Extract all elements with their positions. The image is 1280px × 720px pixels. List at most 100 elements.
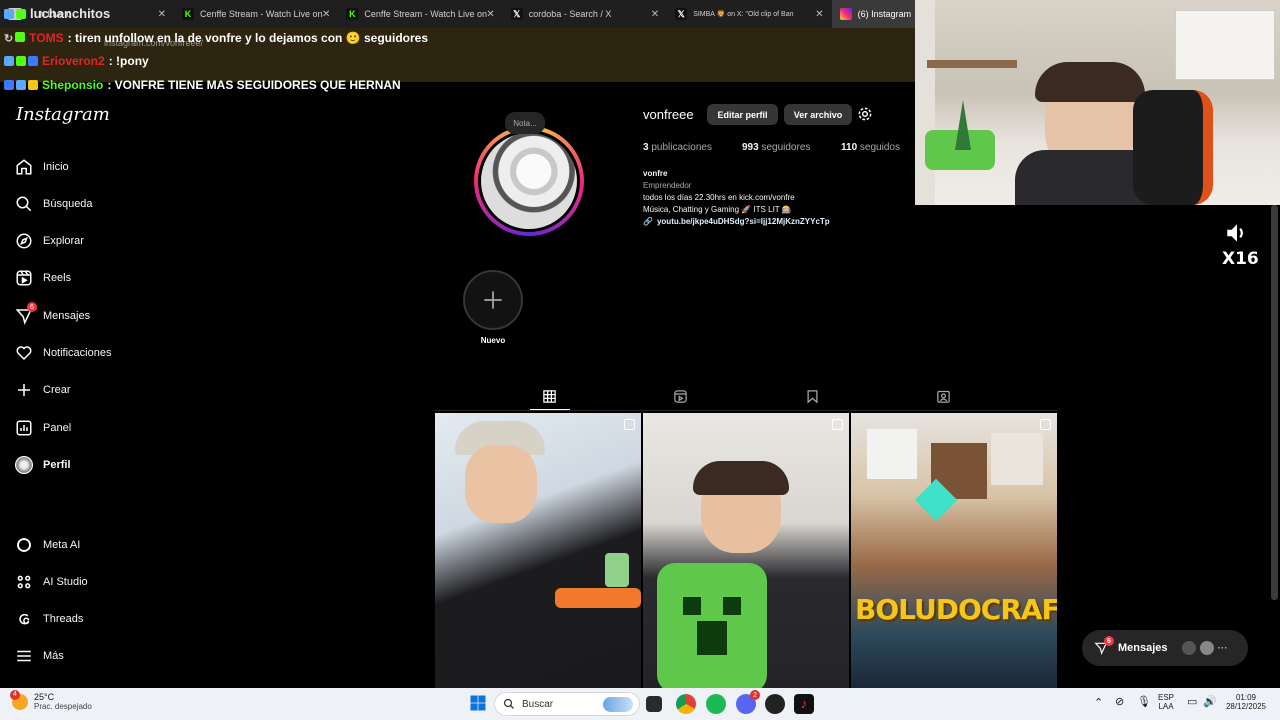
taskbar-search[interactable]: Buscar bbox=[494, 692, 640, 716]
bio-link[interactable]: 🔗 youtu.be/jkpe4uDHSdg?si=ljj12MjKznZYYcT… bbox=[643, 217, 830, 226]
clock[interactable]: 01:09 28/12/2025 bbox=[1222, 693, 1270, 711]
nav-home[interactable]: Inicio bbox=[14, 155, 174, 179]
creeper-plush bbox=[657, 563, 767, 688]
discord-badge: 2 bbox=[750, 690, 760, 700]
tray-chevron-icon[interactable]: ⌃ bbox=[1094, 696, 1103, 709]
browser-tab[interactable]: K Cenffe Stream - Watch Live on ✕ bbox=[174, 0, 338, 28]
nav-label: Inicio bbox=[43, 161, 69, 173]
profile-avatar[interactable] bbox=[474, 126, 584, 236]
cake-figure bbox=[605, 553, 629, 587]
nav-label: Threads bbox=[43, 613, 84, 625]
scrollbar[interactable] bbox=[1271, 205, 1278, 600]
post-overlay-title: BOLUDOCRAFT bbox=[855, 593, 1057, 626]
instagram-icon bbox=[839, 8, 852, 20]
nav-label: Notificaciones bbox=[43, 347, 112, 359]
gear-icon[interactable] bbox=[857, 106, 873, 122]
view-archive-button[interactable]: Ver archivo bbox=[784, 104, 852, 125]
language-indicator[interactable]: ESP LAA bbox=[1158, 693, 1174, 711]
face-shape bbox=[465, 445, 537, 523]
post-thumbnail[interactable] bbox=[435, 413, 641, 688]
task-view-icon[interactable] bbox=[646, 696, 662, 712]
weather-desc: Prac. despejado bbox=[34, 702, 92, 711]
close-icon[interactable]: ✕ bbox=[158, 9, 166, 20]
compass-icon bbox=[14, 231, 34, 251]
nav-label: Perfil bbox=[43, 459, 71, 471]
nav-threads[interactable]: Threads bbox=[14, 607, 174, 631]
nav-create[interactable]: Crear bbox=[14, 378, 174, 402]
saved-icon[interactable] bbox=[805, 389, 821, 405]
close-icon[interactable]: ✕ bbox=[815, 9, 823, 20]
browser-tab-bar: h Live o ✕ K Cenffe Stream - Watch Live … bbox=[0, 0, 916, 28]
search-highlight-icon bbox=[603, 697, 633, 712]
nav-label: Más bbox=[43, 650, 64, 662]
discord-icon[interactable]: 2 bbox=[736, 690, 760, 714]
stat-number: 3 bbox=[643, 142, 649, 153]
nav-profile[interactable]: Perfil bbox=[14, 453, 174, 477]
messages-pill-label: Mensajes bbox=[1118, 642, 1168, 654]
new-highlight-button[interactable] bbox=[463, 270, 523, 330]
spotify-icon[interactable] bbox=[706, 694, 726, 714]
plus-icon bbox=[14, 380, 34, 400]
badge-icon bbox=[16, 8, 26, 19]
screen: h Live o ✕ K Cenffe Stream - Watch Live … bbox=[0, 0, 1280, 720]
more-icon: ··· bbox=[1217, 642, 1228, 654]
nav-messages[interactable]: 6 Mensajes bbox=[14, 302, 174, 328]
browser-tab-active[interactable]: (6) Instagram bbox=[831, 0, 916, 28]
followers-count[interactable]: 993 seguidores bbox=[742, 142, 810, 153]
instagram-logo[interactable]: Instagram bbox=[16, 104, 110, 125]
browser-tab[interactable]: 𝕏 SIMBA 🦁 on X: "Old clip of Ban ✕ bbox=[667, 0, 831, 28]
post-thumbnail[interactable]: BOLUDOCRAFT bbox=[851, 413, 1057, 688]
chrome-icon[interactable] bbox=[676, 694, 696, 714]
clock-date: 28/12/2025 bbox=[1225, 702, 1267, 711]
bio-line: todos los días 22.30hrs en kick.com/vonf… bbox=[643, 193, 795, 202]
creeper-mouth bbox=[697, 621, 727, 655]
reels-tab-icon[interactable] bbox=[673, 389, 689, 405]
note-placeholder: Nota... bbox=[513, 118, 537, 128]
refresh-icon[interactable]: ↻ bbox=[4, 32, 13, 45]
nav-ai-studio[interactable]: AI Studio bbox=[14, 570, 174, 594]
tiktok-icon[interactable]: ♪ bbox=[794, 694, 814, 714]
chat-message: : !pony bbox=[108, 54, 149, 68]
obs-icon[interactable] bbox=[765, 694, 785, 714]
nav-reels[interactable]: Reels bbox=[14, 266, 174, 290]
nav-dashboard[interactable]: Panel bbox=[14, 416, 174, 440]
display-icon[interactable]: ▭ bbox=[1187, 695, 1197, 708]
volume-icon[interactable]: 🔊 bbox=[1203, 695, 1217, 708]
edit-profile-button[interactable]: Editar perfil bbox=[707, 104, 778, 125]
note-bubble[interactable]: Nota... bbox=[505, 112, 545, 134]
weather-temp: 25°C bbox=[34, 692, 55, 702]
search-icon bbox=[14, 194, 34, 214]
browser-tab[interactable]: K Cenffe Stream - Watch Live on ✕ bbox=[338, 0, 502, 28]
close-icon[interactable]: ✕ bbox=[486, 9, 494, 20]
tagged-icon[interactable] bbox=[936, 389, 952, 405]
nav-meta-ai[interactable]: Meta AI bbox=[14, 533, 174, 557]
christmas-tree bbox=[955, 100, 971, 150]
following-count[interactable]: 110 seguidos bbox=[841, 142, 900, 153]
search-placeholder: Buscar bbox=[522, 698, 554, 710]
nav-label: Explorar bbox=[43, 235, 84, 247]
tab-label: (6) Instagram bbox=[857, 9, 912, 19]
nav-explore[interactable]: Explorar bbox=[14, 229, 174, 253]
nav-notifications[interactable]: Notificaciones bbox=[14, 341, 174, 365]
nav-search[interactable]: Búsqueda bbox=[14, 192, 174, 216]
avatar-image bbox=[481, 133, 577, 229]
messenger-icon: 6 bbox=[14, 302, 37, 326]
browser-tab[interactable]: 𝕏 cordoba - Search / X ✕ bbox=[503, 0, 667, 28]
nav-more[interactable]: Más bbox=[14, 644, 174, 668]
chat-username: Erioveron2 bbox=[42, 54, 105, 68]
weather-widget[interactable]: 4 25°C Prac. despejado bbox=[10, 689, 92, 711]
network-off-icon[interactable]: ⊘ bbox=[1115, 695, 1124, 708]
tab-label: Cenffe Stream - Watch Live on bbox=[200, 9, 323, 19]
post-thumbnail[interactable] bbox=[643, 413, 849, 688]
microphone-icon[interactable]: 🎙 bbox=[1137, 695, 1151, 708]
close-icon[interactable]: ✕ bbox=[322, 9, 330, 20]
wall-drawing bbox=[1175, 10, 1275, 80]
link-icon: 🔗 bbox=[643, 217, 653, 226]
x-icon: 𝕏 bbox=[675, 8, 688, 20]
lang-top: ESP bbox=[1158, 693, 1175, 702]
windows-start-icon[interactable] bbox=[469, 694, 489, 714]
grid-icon[interactable] bbox=[542, 389, 558, 405]
close-icon[interactable]: ✕ bbox=[651, 9, 659, 20]
block-head bbox=[991, 433, 1043, 485]
messages-pill[interactable]: 6 Mensajes ··· bbox=[1082, 630, 1248, 666]
